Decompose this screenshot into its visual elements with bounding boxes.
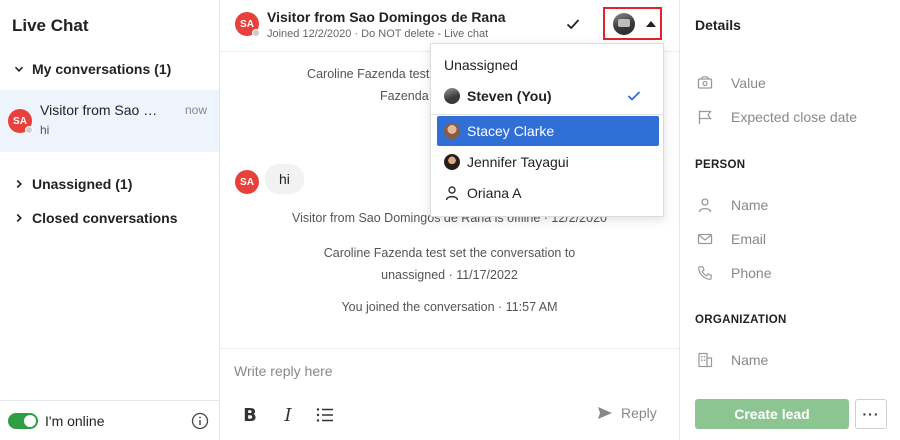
option-label: Steven (You) — [467, 88, 552, 104]
my-conversations-label: My conversations (1) — [32, 61, 172, 77]
expected-close-date-field[interactable]: Expected close date — [697, 109, 857, 125]
conversation-name: Visitor from Sao Domingos de Rana — [40, 102, 162, 118]
online-toggle[interactable] — [8, 413, 38, 429]
avatar-initials: SA — [13, 115, 27, 127]
user-icon — [445, 186, 459, 201]
assignee-option-jennifer[interactable]: Jennifer Tayagui — [437, 147, 659, 177]
checkmark-icon — [627, 91, 641, 101]
chevron-right-icon — [12, 211, 26, 225]
unassigned-toggle[interactable]: Unassigned (1) — [12, 176, 132, 192]
user-icon — [698, 198, 712, 213]
email-field[interactable]: Email — [697, 231, 766, 247]
offline-status-dot — [252, 29, 260, 37]
reply-composer: B I Reply — [220, 348, 679, 440]
visitor-avatar: SA — [8, 109, 33, 134]
assignee-avatar — [613, 12, 635, 35]
my-conversations-toggle[interactable]: My conversations (1) — [12, 61, 171, 77]
assignee-option-stacey[interactable]: Stacey Clarke — [437, 116, 659, 146]
phone-icon — [698, 266, 712, 280]
option-label: Stacey Clarke — [467, 123, 555, 139]
field-label: Name — [731, 197, 769, 213]
chevron-down-icon — [12, 62, 26, 76]
value-field[interactable]: Value — [697, 75, 766, 91]
closed-conversations-label: Closed conversations — [32, 210, 178, 226]
details-panel: Details Value Expected close date PERSON… — [680, 0, 900, 440]
avatar-initials: SA — [240, 176, 254, 188]
details-title: Details — [695, 17, 741, 33]
field-label: Name — [731, 352, 769, 368]
offline-status-dot — [25, 126, 33, 134]
sidebar-footer: I'm online — [0, 400, 219, 440]
reply-button[interactable]: Reply — [597, 405, 657, 421]
create-lead-button[interactable]: Create lead — [695, 399, 849, 429]
chevron-right-icon — [12, 177, 26, 191]
assignee-option-steven[interactable]: Steven (You) — [437, 81, 659, 111]
field-label: Value — [731, 75, 766, 91]
building-icon — [698, 352, 713, 368]
unassigned-label: Unassigned (1) — [32, 176, 133, 192]
online-label: I'm online — [45, 413, 105, 429]
person-name-field[interactable]: Name — [697, 197, 768, 213]
closed-conversations-toggle[interactable]: Closed conversations — [12, 210, 178, 226]
info-icon[interactable] — [191, 412, 209, 430]
more-options-button[interactable]: ··· — [855, 399, 887, 429]
flag-icon — [698, 110, 712, 124]
system-message: You joined the conversation · 11:57 AM — [341, 300, 558, 314]
field-label: Phone — [731, 265, 772, 281]
conversations-sidebar: Live Chat My conversations (1) SA Visito… — [0, 0, 220, 440]
organization-section-label: ORGANIZATION — [695, 314, 787, 326]
assignee-dropdown-button[interactable] — [603, 7, 662, 40]
bold-button[interactable]: B — [240, 405, 260, 426]
option-label: Unassigned — [444, 57, 518, 73]
system-message-line: Caroline Fazenda test set the conversati… — [323, 246, 576, 260]
person-section-label: PERSON — [695, 159, 746, 171]
system-message: Caroline Fazenda test set the conversati… — [220, 242, 679, 286]
phone-field[interactable]: Phone — [697, 265, 771, 281]
system-message-line: unassigned · 11/17/2022 — [381, 268, 518, 282]
conversation-preview: hi — [40, 123, 50, 137]
dropdown-divider — [431, 114, 663, 115]
conversation-list-item[interactable]: SA Visitor from Sao Domingos de Rana now… — [0, 90, 219, 152]
close-conversation-check-icon[interactable] — [564, 15, 582, 33]
send-icon — [598, 407, 612, 419]
visitor-message-avatar: SA — [235, 170, 259, 194]
option-label: Oriana A — [467, 185, 522, 201]
sidebar-title: Live Chat — [12, 16, 89, 35]
visitor-message-bubble: hi — [265, 164, 304, 194]
assignee-dropdown-menu: Unassigned Steven (You) Stacey Clarke Je… — [430, 43, 664, 217]
user-avatar — [444, 88, 460, 104]
option-label: Jennifer Tayagui — [467, 154, 569, 170]
reply-label: Reply — [621, 405, 657, 421]
field-label: Email — [731, 231, 767, 247]
visitor-avatar: SA — [235, 12, 260, 37]
assignee-option-unassigned[interactable]: Unassigned — [437, 50, 659, 80]
mail-icon — [697, 233, 713, 245]
assignee-option-oriana[interactable]: Oriana A — [437, 178, 659, 208]
chat-title: Visitor from Sao Domingos de Rana — [267, 9, 506, 25]
chat-subtitle: Joined 12/2/2020 · Do NOT delete - Live … — [267, 28, 489, 40]
italic-button[interactable]: I — [278, 405, 298, 426]
reply-input[interactable] — [234, 363, 664, 379]
bulleted-list-icon[interactable] — [315, 405, 335, 425]
field-label: Expected close date — [731, 109, 858, 125]
user-avatar — [444, 123, 460, 139]
avatar-initials: SA — [240, 18, 254, 30]
user-avatar — [444, 154, 460, 170]
conversation-time: now — [184, 103, 207, 117]
money-icon — [697, 76, 713, 89]
organization-name-field[interactable]: Name — [697, 352, 768, 368]
caret-up-icon — [646, 20, 656, 27]
